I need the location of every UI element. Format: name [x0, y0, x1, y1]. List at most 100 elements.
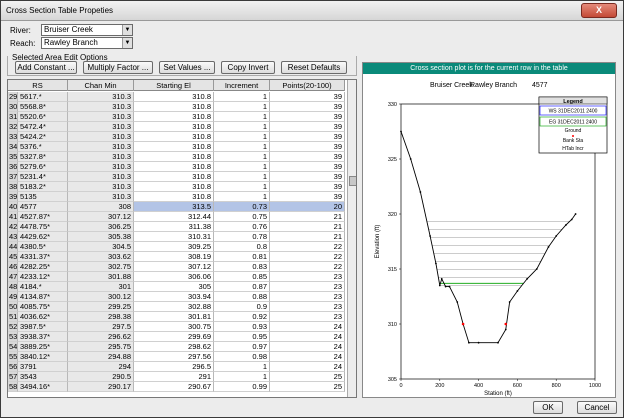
- starting-el-cell[interactable]: 302.88: [134, 302, 214, 312]
- rs-cell[interactable]: 3987.5*: [18, 322, 68, 332]
- chan-min-cell[interactable]: 310.3: [68, 112, 134, 122]
- chan-min-cell[interactable]: 310.3: [68, 122, 134, 132]
- starting-el-cell[interactable]: 308.19: [134, 252, 214, 262]
- increment-cell[interactable]: 0.95: [214, 332, 270, 342]
- chan-min-cell[interactable]: 307.12: [68, 212, 134, 222]
- chan-min-cell[interactable]: 310.3: [68, 172, 134, 182]
- table-row[interactable]: 52 3987.5* 297.5 300.75 0.93 24: [8, 322, 345, 332]
- points-cell[interactable]: 21: [270, 222, 345, 232]
- starting-el-cell[interactable]: 300.75: [134, 322, 214, 332]
- starting-el-cell[interactable]: 309.25: [134, 242, 214, 252]
- chan-min-cell[interactable]: 310.3: [68, 192, 134, 202]
- starting-el-cell[interactable]: 310.8: [134, 142, 214, 152]
- increment-cell[interactable]: 0.92: [214, 312, 270, 322]
- table-row[interactable]: 48 4184.* 301 305 0.87 23: [8, 282, 345, 292]
- rs-cell[interactable]: 4233.12*: [18, 272, 68, 282]
- increment-cell[interactable]: 1: [214, 362, 270, 372]
- starting-el-cell[interactable]: 298.62: [134, 342, 214, 352]
- starting-el-cell[interactable]: 291: [134, 372, 214, 382]
- rs-cell[interactable]: 4085.75*: [18, 302, 68, 312]
- table-row[interactable]: 45 4331.37* 303.62 308.19 0.81 22: [8, 252, 345, 262]
- rs-cell[interactable]: 5135: [18, 192, 68, 202]
- ok-button[interactable]: OK: [533, 401, 563, 414]
- set-values-button[interactable]: Set Values ...: [159, 61, 215, 74]
- table-row[interactable]: 33 5424.2* 310.3 310.8 1 39: [8, 132, 345, 142]
- rs-cell[interactable]: 4036.62*: [18, 312, 68, 322]
- cancel-button[interactable]: Cancel: [577, 401, 617, 414]
- starting-el-cell[interactable]: 310.8: [134, 132, 214, 142]
- points-cell[interactable]: 23: [270, 272, 345, 282]
- table-row[interactable]: 58 3494.16* 290.17 290.67 0.99 25: [8, 382, 345, 392]
- starting-el-cell[interactable]: 310.8: [134, 92, 214, 102]
- increment-cell[interactable]: 0.85: [214, 272, 270, 282]
- chan-min-cell[interactable]: 301.88: [68, 272, 134, 282]
- rs-cell[interactable]: 4380.5*: [18, 242, 68, 252]
- rs-cell[interactable]: 5279.6*: [18, 162, 68, 172]
- chan-min-cell[interactable]: 302.75: [68, 262, 134, 272]
- increment-cell[interactable]: 0.78: [214, 232, 270, 242]
- chan-min-cell[interactable]: 310.3: [68, 92, 134, 102]
- starting-el-cell[interactable]: 310.8: [134, 172, 214, 182]
- chan-min-cell[interactable]: 298.38: [68, 312, 134, 322]
- table-row[interactable]: 30 5568.8* 310.3 310.8 1 39: [8, 102, 345, 112]
- header-increment[interactable]: Increment: [214, 80, 270, 91]
- points-cell[interactable]: 39: [270, 172, 345, 182]
- starting-el-cell[interactable]: 305: [134, 282, 214, 292]
- increment-cell[interactable]: 1: [214, 182, 270, 192]
- points-cell[interactable]: 39: [270, 162, 345, 172]
- points-cell[interactable]: 24: [270, 362, 345, 372]
- increment-cell[interactable]: 0.88: [214, 292, 270, 302]
- points-cell[interactable]: 39: [270, 92, 345, 102]
- header-points[interactable]: Points(20-100): [270, 80, 345, 91]
- points-cell[interactable]: 24: [270, 352, 345, 362]
- points-cell[interactable]: 39: [270, 142, 345, 152]
- rs-cell[interactable]: 4282.25*: [18, 262, 68, 272]
- chan-min-cell[interactable]: 294: [68, 362, 134, 372]
- increment-cell[interactable]: 0.93: [214, 322, 270, 332]
- increment-cell[interactable]: 0.9: [214, 302, 270, 312]
- starting-el-cell[interactable]: 296.5: [134, 362, 214, 372]
- table-row[interactable]: 50 4085.75* 299.25 302.88 0.9 23: [8, 302, 345, 312]
- starting-el-cell[interactable]: 297.56: [134, 352, 214, 362]
- chan-min-cell[interactable]: 305.38: [68, 232, 134, 242]
- rs-cell[interactable]: 4134.87*: [18, 292, 68, 302]
- rs-cell[interactable]: 4429.62*: [18, 232, 68, 242]
- table-row[interactable]: 42 4478.75* 306.25 311.38 0.76 21: [8, 222, 345, 232]
- table-row[interactable]: 44 4380.5* 304.5 309.25 0.8 22: [8, 242, 345, 252]
- starting-el-cell[interactable]: 310.8: [134, 122, 214, 132]
- increment-cell[interactable]: 0.75: [214, 212, 270, 222]
- table-row[interactable]: 55 3840.12* 294.88 297.56 0.98 24: [8, 352, 345, 362]
- rs-cell[interactable]: 5568.8*: [18, 102, 68, 112]
- header-starting-el[interactable]: Starting El: [134, 80, 214, 91]
- points-cell[interactable]: 25: [270, 382, 345, 392]
- rs-cell[interactable]: 4331.37*: [18, 252, 68, 262]
- points-cell[interactable]: 24: [270, 322, 345, 332]
- table-row[interactable]: 41 4527.87* 307.12 312.44 0.75 21: [8, 212, 345, 222]
- starting-el-cell[interactable]: 313.5: [134, 202, 214, 212]
- increment-cell[interactable]: 1: [214, 132, 270, 142]
- chan-min-cell[interactable]: 300.12: [68, 292, 134, 302]
- rs-cell[interactable]: 5472.4*: [18, 122, 68, 132]
- table-row[interactable]: 47 4233.12* 301.88 306.06 0.85 23: [8, 272, 345, 282]
- table-row[interactable]: 49 4134.87* 300.12 303.94 0.88 23: [8, 292, 345, 302]
- chevron-down-icon[interactable]: ▼: [122, 25, 132, 35]
- starting-el-cell[interactable]: 307.12: [134, 262, 214, 272]
- chan-min-cell[interactable]: 310.3: [68, 132, 134, 142]
- chan-min-cell[interactable]: 308: [68, 202, 134, 212]
- rs-cell[interactable]: 5183.2*: [18, 182, 68, 192]
- table-row[interactable]: 40 4577 308 313.5 0.73 20: [8, 202, 345, 212]
- starting-el-cell[interactable]: 310.8: [134, 152, 214, 162]
- table-row[interactable]: 53 3938.37* 296.62 299.69 0.95 24: [8, 332, 345, 342]
- table-row[interactable]: 38 5183.2* 310.3 310.8 1 39: [8, 182, 345, 192]
- header-chan-min[interactable]: Chan Min: [68, 80, 134, 91]
- title-bar[interactable]: Cross Section Table Propeties X: [1, 1, 623, 21]
- points-cell[interactable]: 39: [270, 152, 345, 162]
- increment-cell[interactable]: 0.83: [214, 262, 270, 272]
- increment-cell[interactable]: 0.8: [214, 242, 270, 252]
- chevron-down-icon[interactable]: ▼: [122, 38, 132, 48]
- reach-select[interactable]: Rawley Branch ▼: [41, 37, 133, 49]
- points-cell[interactable]: 21: [270, 212, 345, 222]
- starting-el-cell[interactable]: 311.38: [134, 222, 214, 232]
- starting-el-cell[interactable]: 310.31: [134, 232, 214, 242]
- rs-cell[interactable]: 4478.75*: [18, 222, 68, 232]
